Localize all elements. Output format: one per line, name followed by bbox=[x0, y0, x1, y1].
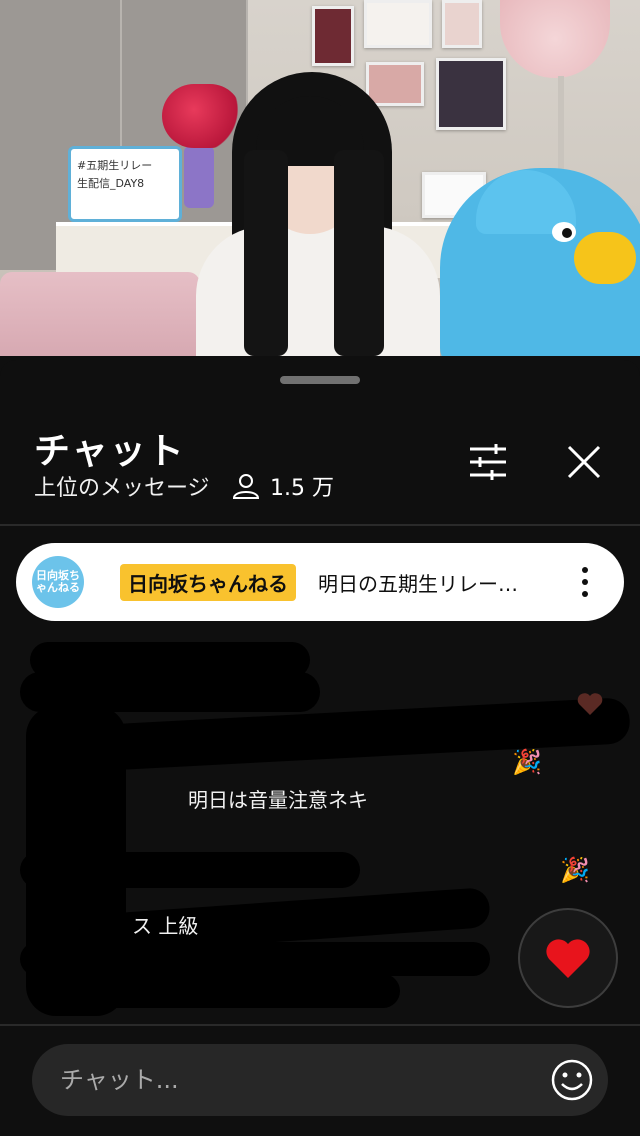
more-vert-icon[interactable] bbox=[580, 567, 590, 597]
live-video[interactable]: #五期生リレー 生配信_DAY8 bbox=[0, 0, 640, 356]
pinned-message[interactable]: 日向坂ちゃんねる 日向坂ちゃんねる 明日の五期生リレー… bbox=[16, 543, 624, 621]
redaction bbox=[60, 974, 400, 1008]
whiteboard-line: #五期生リレー bbox=[77, 159, 153, 172]
person-icon bbox=[232, 473, 260, 499]
pink-sofa bbox=[0, 272, 200, 356]
redaction bbox=[20, 852, 360, 888]
chat-title: チャット bbox=[34, 431, 186, 472]
close-icon[interactable] bbox=[562, 440, 606, 484]
drag-handle[interactable] bbox=[280, 376, 360, 384]
wall-frame bbox=[436, 58, 506, 130]
tune-icon[interactable] bbox=[466, 440, 510, 484]
chat-input[interactable] bbox=[58, 1065, 522, 1095]
viewer-count-text: 1.5 万 bbox=[270, 476, 334, 501]
person-hair bbox=[244, 150, 288, 356]
chat-filter-label[interactable]: 上位のメッセージ bbox=[34, 470, 210, 502]
chat-input-bar[interactable] bbox=[32, 1044, 608, 1116]
header-divider bbox=[0, 524, 640, 526]
wall-frame bbox=[366, 62, 424, 106]
plush-bird-beak bbox=[574, 232, 636, 284]
emoji-icon[interactable] bbox=[550, 1058, 594, 1102]
vase bbox=[184, 146, 214, 208]
wall-frame bbox=[312, 6, 354, 66]
wall-frame bbox=[442, 0, 482, 48]
author-badge: 日向坂ちゃんねる bbox=[120, 563, 296, 601]
flowers bbox=[162, 84, 242, 148]
input-divider bbox=[0, 1024, 640, 1026]
chat-message-text: ス 上級 bbox=[132, 914, 199, 938]
heart-icon bbox=[546, 939, 590, 978]
person-body bbox=[196, 226, 440, 356]
chat-panel: チャット 上位のメッセージ 1.5 万 日向坂ちゃんねる 日向坂ちゃんねる 明日… bbox=[0, 360, 640, 1136]
pinned-message-text: 明日の五期生リレー… bbox=[318, 571, 518, 596]
whiteboard-line: 生配信_DAY8 bbox=[77, 177, 145, 190]
reaction-button[interactable] bbox=[518, 908, 618, 1008]
channel-avatar: 日向坂ちゃんねる bbox=[32, 556, 84, 608]
party-popper-icon: 🎉 bbox=[512, 748, 542, 776]
viewer-count: 1.5 万 bbox=[232, 470, 334, 502]
party-popper-icon: 🎉 bbox=[560, 856, 590, 884]
whiteboard: #五期生リレー 生配信_DAY8 bbox=[68, 146, 182, 222]
chat-message-text: 明日は音量注意ネキ bbox=[188, 788, 368, 812]
person-hair bbox=[334, 150, 384, 356]
plush-bird-pupil bbox=[562, 228, 572, 238]
wall-frame bbox=[364, 0, 432, 48]
redaction bbox=[20, 942, 490, 976]
heart-icon bbox=[576, 692, 604, 716]
